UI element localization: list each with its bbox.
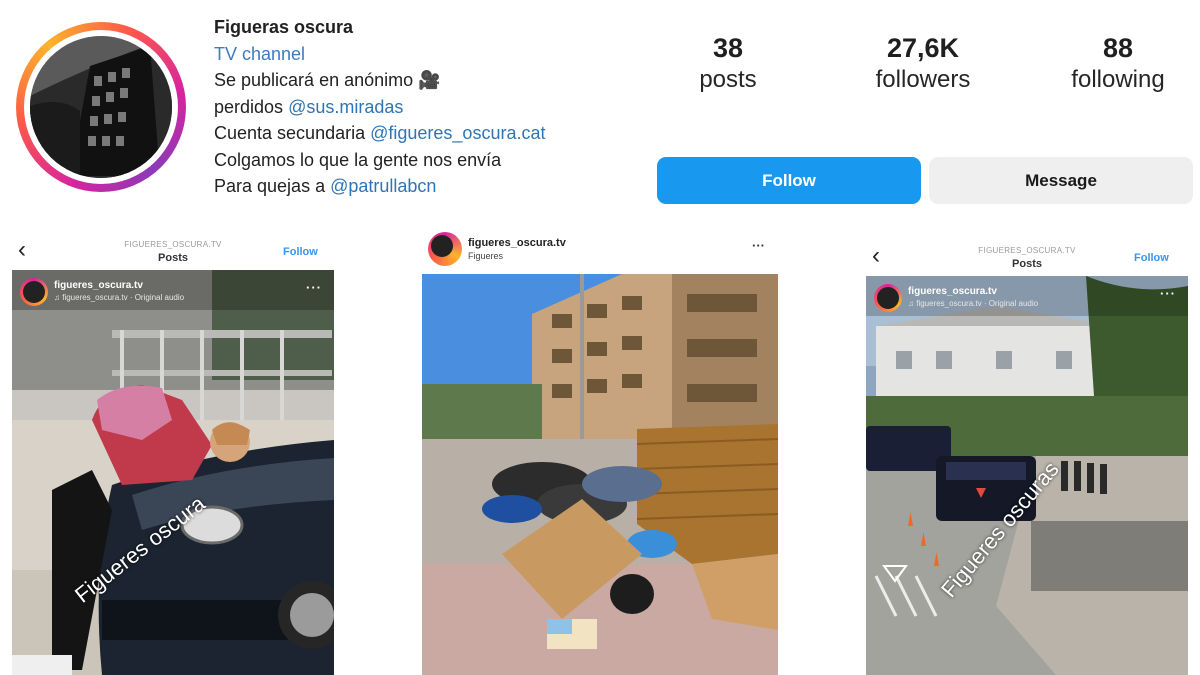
stat-following[interactable]: 88 following [1033, 32, 1200, 96]
stat-posts[interactable]: 38 posts [643, 32, 813, 96]
post-card-2[interactable]: figueres_oscura.tv Figueres ··· [420, 226, 780, 675]
post-header: ‹ FIGUERES_OSCURA.TV Posts Follow [12, 232, 334, 272]
bio-line: perdidos @sus.miradas [214, 94, 545, 121]
profile-name: Figueras oscura [214, 17, 354, 37]
stat-label: following [1071, 66, 1165, 93]
post-card-3[interactable]: ‹ FIGUERES_OSCURA.TV Posts Follow figuer… [866, 238, 1188, 675]
bio-text: Colgamos lo que la gente nos envía [214, 149, 502, 170]
post-username[interactable]: figueres_oscura.tv [54, 280, 143, 291]
follow-link[interactable]: Follow [1134, 252, 1169, 264]
bio-line: Colgamos lo que la gente nos envía [214, 147, 545, 174]
post-avatar[interactable] [428, 232, 462, 266]
post-photo[interactable]: figueres_oscura.tv ♫ figueres_oscura.tv … [12, 270, 334, 675]
bio-line: Cuenta secundaria @figueres_oscura.cat [214, 120, 545, 147]
bio-line: Para quejas a @patrullabcn [214, 173, 545, 200]
post-photo[interactable]: figueres_oscura.tv ♫ figueres_oscura.tv … [866, 276, 1188, 675]
post-photo[interactable] [422, 274, 778, 675]
post-avatar[interactable] [874, 284, 902, 312]
bio-line: Se publicará en anónimo 🎥 [214, 67, 545, 94]
post-location[interactable]: Figueres [468, 251, 503, 261]
profile-bio: Figueras oscura TV channel Se publicará … [214, 14, 545, 200]
follow-link[interactable]: Follow [283, 246, 318, 258]
more-icon[interactable]: ··· [752, 238, 765, 253]
post-audio[interactable]: ♫ figueres_oscura.tv · Original audio [908, 299, 1038, 308]
post-audio[interactable]: ♫ figueres_oscura.tv · Original audio [54, 293, 184, 302]
more-icon[interactable]: ··· [306, 280, 322, 295]
post-username[interactable]: figueres_oscura.tv [908, 286, 997, 297]
bio-text: Para quejas a [214, 176, 331, 196]
bio-text: Se publicará en anónimo 🎥 [214, 70, 441, 90]
mention-link[interactable]: @sus.miradas [288, 97, 403, 117]
post-header: figueres_oscura.tv Figueres ··· [420, 226, 780, 272]
stat-value: 38 [712, 33, 744, 63]
post-header: ‹ FIGUERES_OSCURA.TV Posts Follow [866, 238, 1188, 278]
mention-link[interactable]: @patrullabcn [330, 176, 436, 196]
stat-value: 27,6K [886, 33, 960, 63]
profile-category[interactable]: TV channel [214, 41, 545, 68]
stat-label: followers [875, 66, 971, 93]
mention-link[interactable]: @figueres_oscura.cat [370, 123, 545, 143]
stat-value: 88 [1102, 33, 1134, 63]
post-card-1[interactable]: ‹ FIGUERES_OSCURA.TV Posts Follow figuer… [12, 232, 334, 675]
post-username[interactable]: figueres_oscura.tv [468, 237, 566, 249]
more-icon[interactable]: ··· [1160, 286, 1176, 301]
message-button[interactable]: Message [929, 157, 1193, 204]
follow-button[interactable]: Follow [657, 157, 921, 204]
post-avatar[interactable] [20, 278, 48, 306]
bio-text: Cuenta secundaria [214, 123, 371, 143]
bio-text: perdidos [214, 96, 289, 117]
stat-label: posts [699, 66, 757, 93]
profile-avatar[interactable] [30, 36, 172, 178]
stat-followers[interactable]: 27,6K followers [838, 32, 1008, 96]
